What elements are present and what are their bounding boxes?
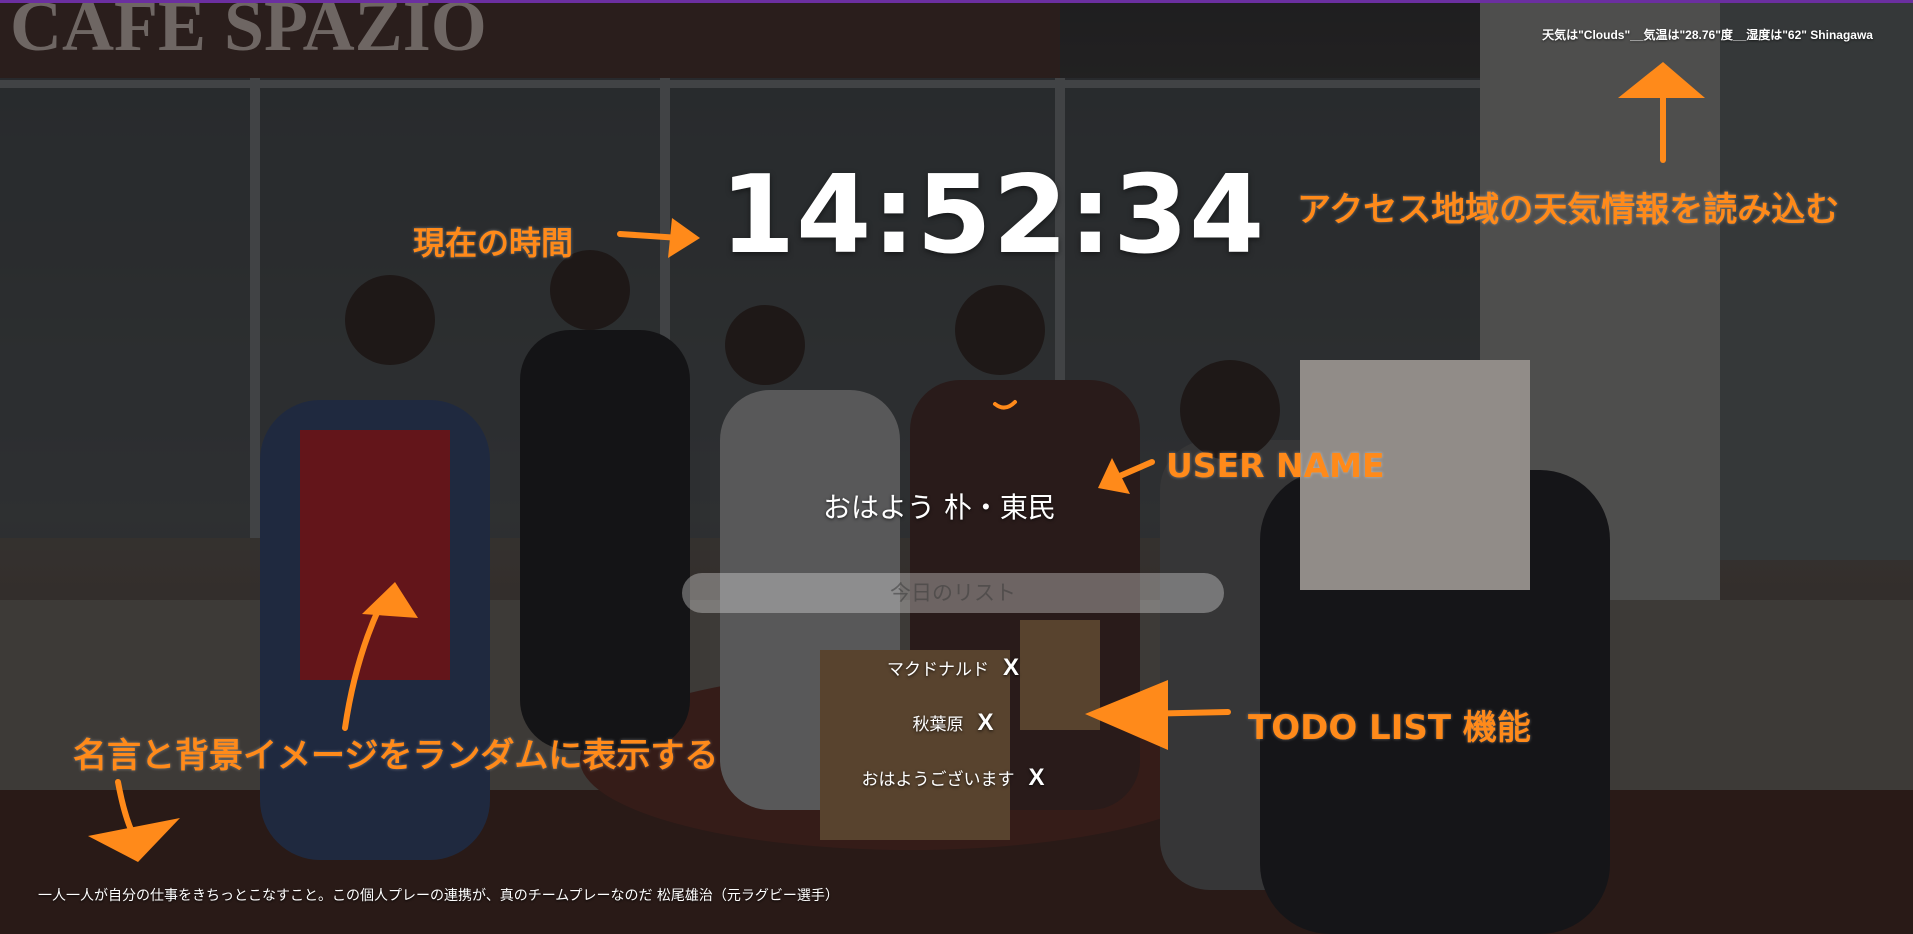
cafe-sign-text: CAFE SPAZIO [10, 0, 487, 66]
annotation-quote-label: 名言と背景イメージをランダムに表示する [73, 736, 719, 776]
todo-item: おはようございます X [682, 750, 1224, 805]
quote-text: 一人一人が自分の仕事をきちっとこなすこと。この個人プレーの連携が、真のチームプレ… [38, 888, 839, 904]
weather-info: 天気は"Clouds"__気温は"28.76"度__湿度は"62" Shinag… [1542, 28, 1873, 42]
clock: 14:52:34 [720, 153, 1266, 278]
top-accent-bar [0, 0, 1913, 3]
todo-input[interactable] [682, 573, 1224, 613]
todo-item: 秋葉原 X [682, 695, 1224, 750]
annotation-todo-label: TODO LIST 機能 [1248, 708, 1531, 748]
todo-item: マクドナルド X [682, 640, 1224, 695]
todo-delete-button[interactable]: X [1003, 654, 1019, 682]
todo-item-text: 秋葉原 [912, 715, 964, 735]
greeting: おはよう 朴・東民 [823, 491, 1056, 524]
todo-delete-button[interactable]: X [977, 709, 993, 737]
todo-item-text: マクドナルド [886, 660, 989, 680]
todo-item-text: おはようございます [861, 770, 1015, 790]
annotation-user-label: USER NAME [1166, 446, 1385, 485]
annotation-clock-label: 現在の時間 [413, 224, 574, 262]
todo-list: マクドナルド X 秋葉原 X おはようございます X [682, 640, 1224, 805]
annotation-weather-label: アクセス地域の天気情報を読み込む [1297, 190, 1840, 230]
todo-delete-button[interactable]: X [1028, 764, 1044, 792]
